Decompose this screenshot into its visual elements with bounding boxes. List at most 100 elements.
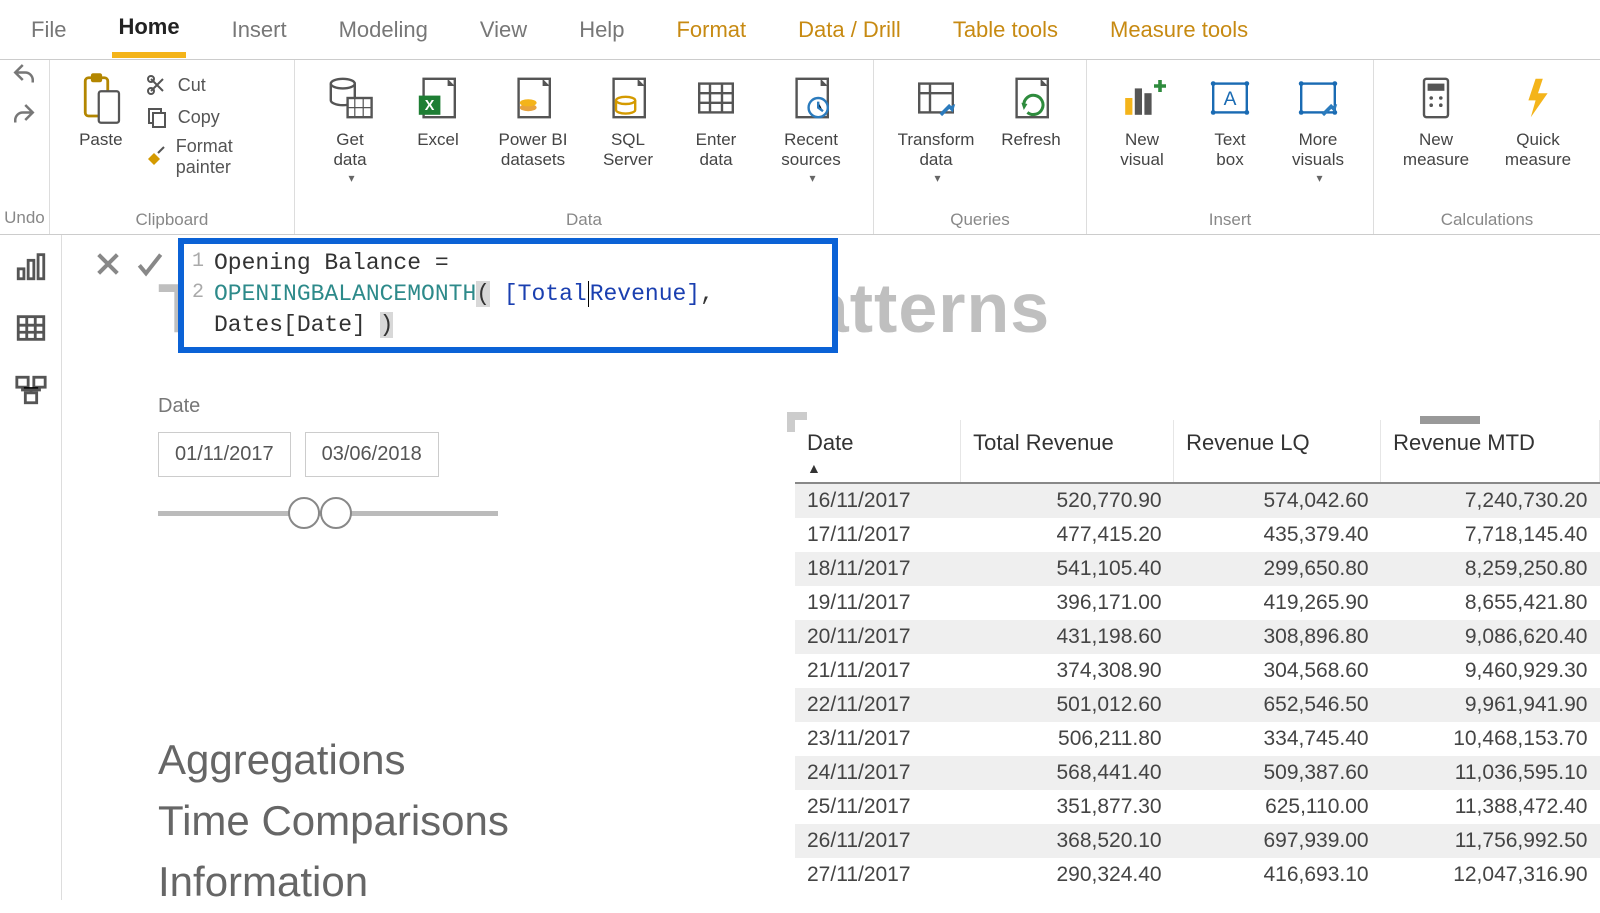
slicer-from-input[interactable]: 01/11/2017	[158, 432, 291, 477]
paste-icon	[75, 72, 127, 124]
clipboard-group-label: Clipboard	[64, 208, 280, 230]
tab-view[interactable]: View	[474, 5, 533, 55]
table-row[interactable]: 21/11/2017374,308.90304,568.609,460,929.…	[795, 654, 1600, 688]
tab-home[interactable]: Home	[112, 2, 185, 58]
undo-icon[interactable]	[9, 60, 39, 90]
tab-measure-tools[interactable]: Measure tools	[1104, 5, 1254, 55]
slicer-field-label: Date	[158, 395, 498, 418]
table-row[interactable]: 25/11/2017351,877.30625,110.0011,388,472…	[795, 790, 1600, 824]
more-visuals-button[interactable]: More visuals▾	[1277, 68, 1359, 185]
transform-label: Transform data	[898, 130, 975, 171]
table-row[interactable]: 19/11/2017396,171.00419,265.908,655,421.…	[795, 586, 1600, 620]
table-cell: 697,939.00	[1174, 824, 1381, 858]
refresh-label: Refresh	[1001, 130, 1061, 150]
queries-group-label: Queries	[888, 208, 1072, 230]
paintbrush-icon	[144, 144, 168, 170]
table-row[interactable]: 18/11/2017541,105.40299,650.808,259,250.…	[795, 552, 1600, 586]
enter-data-button[interactable]: Enter data	[675, 68, 757, 171]
nav-item[interactable]: Information	[158, 852, 509, 913]
copy-button[interactable]: Copy	[144, 104, 280, 130]
recent-icon	[785, 72, 837, 124]
table-row[interactable]: 26/11/2017368,520.10697,939.0011,756,992…	[795, 824, 1600, 858]
recent-sources-button[interactable]: Recent sources▾	[763, 68, 859, 185]
get-data-button[interactable]: Get data▾	[309, 68, 391, 185]
new-measure-label: New measure	[1403, 130, 1469, 171]
copy-icon	[144, 104, 170, 130]
table-cell: 308,896.80	[1174, 620, 1381, 654]
slider-handle-to[interactable]	[320, 497, 352, 529]
table-cell: 11,036,595.10	[1381, 756, 1600, 790]
table-row[interactable]: 22/11/2017501,012.60652,546.509,961,941.…	[795, 688, 1600, 722]
sep: ,	[700, 281, 714, 307]
table-cell: 8,655,421.80	[1381, 586, 1600, 620]
excel-label: Excel	[417, 130, 459, 150]
table-row[interactable]: 20/11/2017431,198.60308,896.809,086,620.…	[795, 620, 1600, 654]
table-cell: 368,520.10	[961, 824, 1174, 858]
transform-data-button[interactable]: Transform data▾	[888, 68, 984, 185]
insert-group-label: Insert	[1101, 208, 1359, 230]
new-visual-button[interactable]: New visual	[1101, 68, 1183, 171]
table-row[interactable]: 23/11/2017506,211.80334,745.4010,468,153…	[795, 722, 1600, 756]
data-group-label: Data	[309, 208, 859, 230]
pbi-datasets-button[interactable]: Power BI datasets	[485, 68, 581, 171]
report-view-icon[interactable]	[14, 249, 48, 283]
table-header-row: Date▲ Total Revenue Revenue LQ Revenue M…	[795, 420, 1600, 483]
arg1b: Revenue]	[590, 281, 700, 307]
table-cell: 431,198.60	[961, 620, 1174, 654]
data-view-icon[interactable]	[14, 311, 48, 345]
tab-insert[interactable]: Insert	[226, 5, 293, 55]
table-cell: 21/11/2017	[795, 654, 961, 688]
undo-group: Undo	[0, 60, 50, 234]
table-cell: 11,388,472.40	[1381, 790, 1600, 824]
tab-format[interactable]: Format	[670, 5, 752, 55]
calculator-icon	[1410, 72, 1462, 124]
table-row[interactable]: 27/11/2017290,324.40416,693.1012,047,316…	[795, 858, 1600, 892]
formula-editor[interactable]: 1Opening Balance = 2OPENINGBALANCEMONTH(…	[178, 238, 838, 353]
tab-modeling[interactable]: Modeling	[333, 5, 434, 55]
slicer-slider[interactable]	[158, 511, 498, 516]
table-cell: 22/11/2017	[795, 688, 961, 722]
nav-item[interactable]: Time Comparisons	[158, 791, 509, 852]
table-row[interactable]: 17/11/2017477,415.20435,379.407,718,145.…	[795, 518, 1600, 552]
table-row[interactable]: 16/11/2017520,770.90574,042.607,240,730.…	[795, 483, 1600, 518]
chevron-down-icon: ▾	[934, 171, 940, 185]
table-row[interactable]: 24/11/2017568,441.40509,387.6011,036,595…	[795, 756, 1600, 790]
tab-data-drill[interactable]: Data / Drill	[792, 5, 907, 55]
excel-button[interactable]: X Excel	[397, 68, 479, 150]
slider-handle-from[interactable]	[288, 497, 320, 529]
col-header-revenue-mtd[interactable]: Revenue MTD	[1381, 420, 1600, 483]
slicer-to-input[interactable]: 03/06/2018	[305, 432, 439, 477]
more-visuals-label: More visuals	[1292, 130, 1344, 171]
paste-button[interactable]: Paste	[64, 68, 138, 150]
col-header-revenue-lq[interactable]: Revenue LQ	[1174, 420, 1381, 483]
text-box-button[interactable]: A Text box	[1189, 68, 1271, 171]
quick-measure-button[interactable]: Quick measure	[1490, 68, 1586, 171]
new-measure-button[interactable]: New measure	[1388, 68, 1484, 171]
commit-formula-icon[interactable]	[134, 248, 166, 280]
refresh-button[interactable]: Refresh	[990, 68, 1072, 150]
arg2: Dates[Date]	[214, 312, 380, 338]
nav-item[interactable]: Aggregations	[158, 730, 509, 791]
table-cell: 8,259,250.80	[1381, 552, 1600, 586]
formula-line-1: Opening Balance =	[214, 248, 449, 279]
format-painter-button[interactable]: Format painter	[144, 136, 280, 178]
quick-measure-label: Quick measure	[1505, 130, 1571, 171]
sql-server-button[interactable]: SQL Server	[587, 68, 669, 171]
date-slicer[interactable]: Date 01/11/2017 03/06/2018	[158, 395, 498, 516]
col-header-date[interactable]: Date▲	[795, 420, 961, 483]
cut-label: Cut	[178, 75, 206, 96]
col-header-total-revenue[interactable]: Total Revenue	[961, 420, 1174, 483]
close-paren: )	[380, 312, 394, 338]
model-view-icon[interactable]	[14, 373, 48, 407]
svg-text:X: X	[425, 98, 435, 114]
redo-icon[interactable]	[9, 100, 39, 130]
pbi-datasets-icon	[507, 72, 559, 124]
table-visual[interactable]: Date▲ Total Revenue Revenue LQ Revenue M…	[795, 420, 1600, 892]
cut-button[interactable]: Cut	[144, 72, 280, 98]
cancel-formula-icon[interactable]	[92, 248, 124, 280]
sql-icon	[602, 72, 654, 124]
quick-measure-icon	[1512, 72, 1564, 124]
tab-table-tools[interactable]: Table tools	[947, 5, 1064, 55]
tab-file[interactable]: File	[25, 5, 72, 55]
tab-help[interactable]: Help	[573, 5, 630, 55]
